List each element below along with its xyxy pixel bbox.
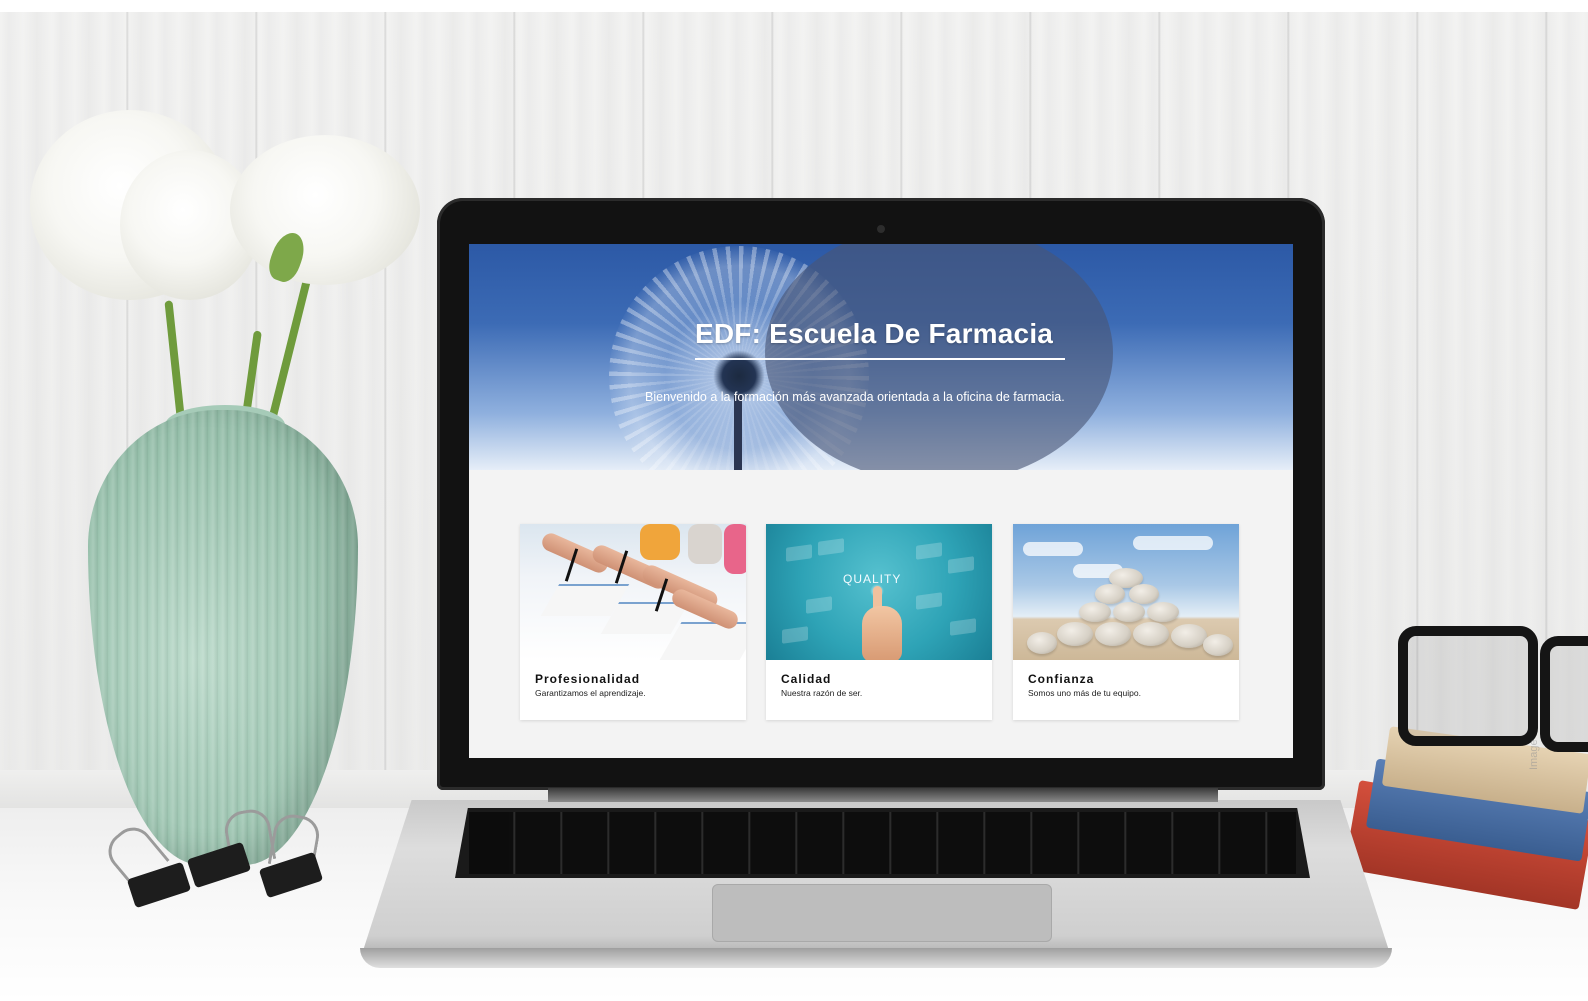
card-title: Calidad xyxy=(781,672,832,686)
ui-tile xyxy=(950,618,976,636)
ui-tile xyxy=(806,596,832,614)
stone xyxy=(1027,632,1057,654)
eyeglasses xyxy=(1398,626,1538,746)
webcam xyxy=(877,225,885,233)
laptop-base-edge xyxy=(360,948,1392,968)
card-text: Garantizamos el aprendizaje. xyxy=(535,688,646,698)
cloud xyxy=(1133,536,1213,550)
card-calidad[interactable]: QUALITY Calidad Nuestra razón de ser. xyxy=(766,524,992,720)
card-title: Profesionalidad xyxy=(535,672,641,686)
stone xyxy=(1203,634,1233,656)
keyboard-keys xyxy=(469,812,1296,874)
keyboard xyxy=(455,808,1310,878)
ui-tile xyxy=(948,556,974,574)
stone xyxy=(1171,624,1207,648)
card-title: Confianza xyxy=(1028,672,1095,686)
stone xyxy=(1133,622,1169,646)
ui-tile xyxy=(786,544,812,562)
dandelion-stem xyxy=(734,394,742,470)
card-confianza[interactable]: Confianza Somos uno más de tu equipo. xyxy=(1013,524,1239,720)
quality-image-text: QUALITY xyxy=(843,572,902,586)
stone xyxy=(1095,584,1125,604)
ui-tile xyxy=(916,592,942,610)
hero-subtitle: Bienvenido a la formación más avanzada o… xyxy=(645,390,1065,404)
stone xyxy=(1147,602,1179,622)
laptop-hinge xyxy=(548,788,1218,802)
stone xyxy=(1129,584,1159,604)
stacked-stones-photo xyxy=(1013,524,1239,660)
white-flower xyxy=(230,135,420,285)
sleeve xyxy=(640,524,680,560)
hero-overlay-circle xyxy=(765,244,1113,470)
students-writing-photo xyxy=(520,524,746,660)
sleeve xyxy=(724,524,746,574)
page-title: EDF: Escuela De Farmacia xyxy=(695,318,1054,349)
quality-touchscreen-photo: QUALITY xyxy=(766,524,992,660)
sleeve xyxy=(688,524,722,564)
laptop-screen: EDF: Escuela De Farmacia Bienvenido a la… xyxy=(469,244,1293,758)
ui-tile xyxy=(916,542,942,560)
wall-top-edge xyxy=(0,0,1588,12)
title-underline xyxy=(695,358,1065,360)
ui-tile xyxy=(782,626,808,644)
hand xyxy=(862,606,902,660)
cloud xyxy=(1023,542,1083,556)
stone xyxy=(1095,622,1131,646)
stone xyxy=(1057,622,1093,646)
stone xyxy=(1079,602,1111,622)
card-text: Nuestra razón de ser. xyxy=(781,688,863,698)
watermark-text: Image xyxy=(1528,739,1540,770)
stone xyxy=(1113,602,1145,622)
ui-tile xyxy=(818,538,844,556)
trackpad xyxy=(712,884,1052,942)
photo-scene: Image EDF: Escuela De Farmacia Bienvenid… xyxy=(0,0,1588,1001)
card-text: Somos uno más de tu equipo. xyxy=(1028,688,1141,698)
hero-banner: EDF: Escuela De Farmacia Bienvenido a la… xyxy=(469,244,1293,470)
card-profesionalidad[interactable]: Profesionalidad Garantizamos el aprendiz… xyxy=(520,524,746,720)
